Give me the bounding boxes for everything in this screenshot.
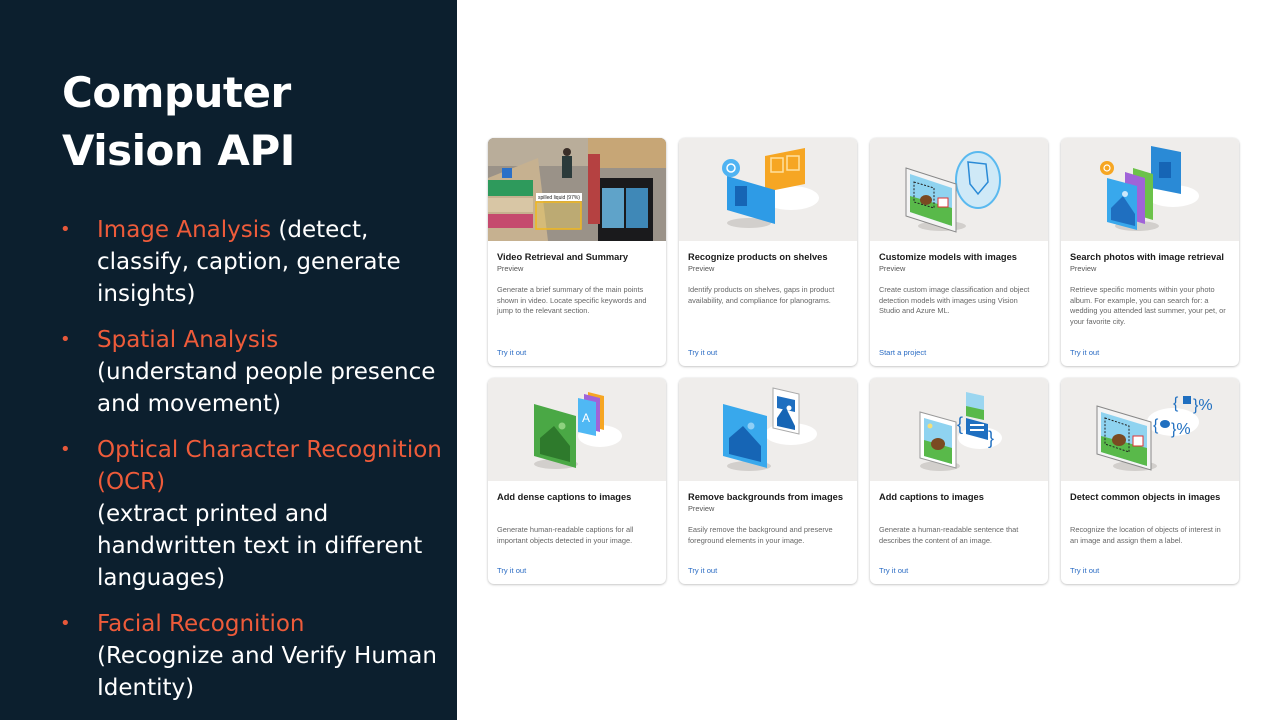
background-removal-icon [723, 387, 817, 471]
slide-title: Computer Vision API [62, 64, 442, 180]
bullet-highlight: Image Analysis [97, 217, 272, 243]
card-preview-badge: Preview [497, 264, 524, 273]
bullet-dot-icon: • [60, 219, 71, 240]
feature-card-grid: spilled liquid (97%) Video Retrieval and… [488, 138, 1239, 584]
card-video-retrieval[interactable]: spilled liquid (97%) Video Retrieval and… [488, 138, 666, 366]
start-project-link[interactable]: Start a project [879, 348, 926, 357]
captions-illustration: { } [870, 378, 1048, 481]
card-customize-models[interactable]: Customize models with images Preview Cre… [870, 138, 1048, 366]
bullet-dot-icon: • [60, 329, 71, 350]
title-line-1: Computer [62, 68, 291, 117]
bullet-highlight: Optical Character Recognition (OCR) [97, 437, 442, 495]
card-title: Customize models with images [879, 252, 1017, 262]
card-description: Generate a brief summary of the main poi… [497, 285, 647, 316]
card-title: Detect common objects in images [1070, 492, 1221, 502]
svg-text:}%: }% [1171, 421, 1191, 438]
card-description: Create custom image classification and o… [879, 285, 1030, 316]
bullet-image-analysis: • Image Analysis (detect, classify, capt… [60, 214, 450, 310]
try-it-out-link[interactable]: Try it out [497, 348, 526, 357]
shelf-recognition-illustration [679, 138, 857, 241]
card-description: Recognize the location of objects of int… [1070, 525, 1221, 545]
card-title: Video Retrieval and Summary [497, 252, 629, 262]
bullet-ocr: • Optical Character Recognition (OCR) (e… [60, 434, 450, 594]
bullet-highlight: Facial Recognition [97, 611, 305, 637]
bullet-dot-icon: • [60, 613, 71, 634]
card-description: Generate human-readable captions for all… [497, 525, 634, 545]
detection-label: spilled liquid (97%) [538, 195, 580, 201]
svg-text:}%: }% [1193, 397, 1213, 414]
custom-model-illustration [870, 138, 1048, 241]
bullet-spatial-analysis: • Spatial Analysis (understand people pr… [60, 324, 450, 420]
svg-text:}: } [988, 428, 994, 448]
card-preview-badge [1070, 503, 1230, 514]
dense-captions-icon: A [534, 392, 622, 469]
card-description: Identify products on shelves, gaps in pr… [688, 285, 835, 305]
custom-model-icon [905, 151, 1001, 233]
bullet-facial-recognition: • Facial Recognition (Recognize and Veri… [60, 608, 450, 704]
card-add-captions[interactable]: { } Add captions to images Generate a hu… [870, 378, 1048, 584]
try-it-out-link[interactable]: Try it out [688, 348, 717, 357]
title-line-2: Vision API [62, 126, 295, 175]
photo-search-icon [1100, 146, 1199, 231]
dense-captions-illustration: A [488, 378, 666, 481]
bullet-text: (understand people presence and movement… [97, 359, 436, 417]
card-preview-badge: Preview [879, 264, 906, 273]
card-preview-badge: Preview [1070, 264, 1097, 273]
card-detect-objects[interactable]: { }% { }% Detect common objects in image… [1061, 378, 1239, 584]
card-search-photos[interactable]: Search photos with image retrieval Previ… [1061, 138, 1239, 366]
card-remove-backgrounds[interactable]: Remove backgrounds from images Preview E… [679, 378, 857, 584]
shelf-recognition-icon [722, 148, 819, 228]
feature-bullet-list: • Image Analysis (detect, classify, capt… [60, 214, 450, 718]
svg-text:A: A [582, 411, 590, 425]
object-detection-illustration: { }% { }% [1061, 378, 1239, 481]
bullet-dot-icon: • [60, 439, 71, 460]
object-detection-icon: { }% { }% [1096, 395, 1213, 471]
svg-text:{: { [1173, 395, 1179, 412]
try-it-out-link[interactable]: Try it out [688, 566, 717, 575]
try-it-out-link[interactable]: Try it out [879, 566, 908, 575]
card-title: Recognize products on shelves [688, 252, 828, 262]
card-title: Remove backgrounds from images [688, 492, 843, 502]
svg-text:{: { [957, 414, 963, 434]
svg-text:{: { [1153, 417, 1159, 434]
store-scene-image: spilled liquid (97%) [488, 138, 666, 241]
card-preview-badge: Preview [688, 504, 715, 513]
store-video-photo: spilled liquid (97%) [488, 138, 666, 241]
card-title: Search photos with image retrieval [1070, 252, 1224, 262]
card-dense-captions[interactable]: A Add dense captions to images Generate … [488, 378, 666, 584]
card-title: Add dense captions to images [497, 492, 632, 502]
card-preview-badge [879, 503, 1039, 514]
try-it-out-link[interactable]: Try it out [1070, 566, 1099, 575]
card-recognize-products[interactable]: Recognize products on shelves Preview Id… [679, 138, 857, 366]
card-description: Easily remove the background and preserv… [688, 525, 833, 545]
card-preview-badge: Preview [688, 264, 715, 273]
bullet-text: (extract printed and handwritten text in… [97, 501, 423, 591]
background-removal-illustration [679, 378, 857, 481]
try-it-out-link[interactable]: Try it out [497, 566, 526, 575]
try-it-out-link[interactable]: Try it out [1070, 348, 1099, 357]
left-panel: Computer Vision API • Image Analysis (de… [0, 0, 457, 720]
card-description: Retrieve specific moments within your ph… [1070, 285, 1226, 326]
bullet-text: (Recognize and Verify Human Identity) [97, 643, 437, 701]
captions-icon: { } [919, 392, 1002, 471]
card-description: Generate a human-readable sentence that … [879, 525, 1019, 545]
photo-search-illustration [1061, 138, 1239, 241]
bullet-highlight: Spatial Analysis [97, 327, 279, 353]
card-title: Add captions to images [879, 492, 984, 502]
card-preview-badge [497, 503, 657, 514]
